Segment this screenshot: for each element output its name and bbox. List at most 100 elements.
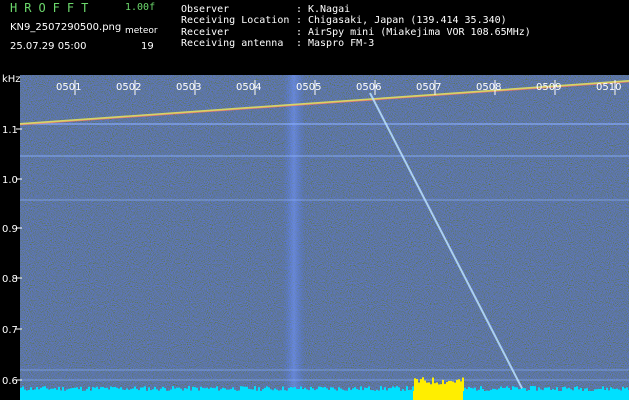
noise-bar	[398, 387, 400, 391]
baseline-strip	[20, 391, 629, 400]
time-tick-label: 0501	[56, 82, 81, 93]
y-unit-label: kHz	[2, 74, 21, 85]
noise-bar	[80, 386, 82, 391]
file-name: KN9_2507290500.png	[10, 22, 122, 33]
noise-bar	[106, 387, 108, 391]
burst-bar	[432, 377, 434, 391]
y-tick-label: 0.8	[2, 274, 18, 285]
noise-bar	[368, 386, 370, 391]
timestamp: 25.07.29 05:00	[10, 41, 87, 52]
noise-bar	[170, 389, 172, 391]
noise-bar	[500, 386, 502, 391]
y-tick-label: 0.7	[2, 325, 18, 336]
noise-bar	[302, 389, 304, 391]
noise-bar	[624, 388, 626, 391]
noise-bar	[178, 387, 180, 391]
noise-bar	[350, 390, 352, 391]
noise-bar	[390, 388, 392, 391]
noise-bar	[118, 388, 120, 391]
noise-bar	[388, 388, 390, 391]
noise-bar	[70, 388, 72, 391]
noise-bar	[28, 389, 30, 391]
noise-bar	[598, 388, 600, 391]
noise-bar	[506, 386, 508, 391]
noise-bar	[372, 390, 374, 391]
noise-bar	[580, 387, 582, 391]
noise-bar	[220, 389, 222, 391]
noise-bar	[622, 386, 624, 391]
noise-bar	[182, 390, 184, 391]
noise-bar	[402, 389, 404, 391]
burst-bar	[438, 384, 440, 391]
noise-bar	[334, 389, 336, 391]
burst-bar	[420, 379, 422, 391]
noise-bar	[552, 388, 554, 391]
y-tick-label: 1.1	[2, 125, 18, 136]
noise-bar	[112, 387, 114, 391]
noise-bar	[54, 388, 56, 391]
time-tick-label: 0506	[356, 82, 381, 93]
noise-bar	[222, 387, 224, 391]
noise-bar	[98, 389, 100, 391]
noise-bar	[284, 390, 286, 391]
noise-bar	[88, 386, 90, 391]
noise-bar	[292, 387, 294, 391]
noise-bar	[606, 387, 608, 391]
app-title: HROFFT	[10, 1, 96, 15]
noise-bar	[242, 386, 244, 391]
noise-bar	[524, 388, 526, 391]
burst-bar	[436, 382, 438, 391]
noise-bar	[136, 388, 138, 391]
noise-bar	[172, 386, 174, 391]
noise-bar	[612, 388, 614, 391]
noise-bar	[162, 386, 164, 391]
noise-bar	[478, 389, 480, 391]
noise-bar	[568, 387, 570, 391]
noise-bar	[148, 387, 150, 391]
info-value-location: Chigasaki, Japan (139.414 35.340)	[308, 15, 507, 26]
noise-bar	[562, 387, 564, 391]
burst-bar	[452, 381, 454, 391]
burst-bar	[434, 383, 436, 391]
burst-bar	[418, 382, 420, 391]
noise-bar	[108, 389, 110, 391]
burst-bar	[428, 382, 430, 391]
time-tick-label: 0503	[176, 82, 201, 93]
noise-bar	[156, 389, 158, 391]
noise-bar	[326, 388, 328, 391]
noise-bar	[504, 387, 506, 391]
info-key-antenna: Receiving antenna	[181, 38, 284, 49]
time-tick-label: 0504	[236, 82, 261, 93]
noise-bar	[394, 387, 396, 391]
burst-block	[413, 391, 463, 400]
burst-bar	[416, 379, 418, 391]
noise-bar	[86, 388, 88, 391]
burst-bar	[456, 379, 458, 391]
noise-bar	[194, 387, 196, 391]
noise-bar	[176, 387, 178, 391]
info-key-location: Receiving Location	[181, 15, 290, 26]
noise-bar	[386, 390, 388, 391]
noise-bar	[232, 387, 234, 391]
noise-bar	[304, 387, 306, 391]
noise-bar	[36, 386, 38, 391]
noise-bar	[212, 388, 214, 391]
noise-bar	[244, 386, 246, 391]
noise-bar	[498, 388, 500, 391]
burst-bar	[414, 378, 416, 391]
noise-bar	[138, 390, 140, 391]
noise-bar	[288, 388, 290, 391]
noise-bar	[160, 388, 162, 391]
noise-bar	[516, 387, 518, 391]
noise-bar	[382, 389, 384, 391]
noise-bar	[96, 386, 98, 391]
noise-bar	[72, 388, 74, 391]
noise-bar	[74, 387, 76, 391]
noise-bar	[600, 388, 602, 391]
burst-bar	[446, 382, 448, 391]
noise-bar	[224, 388, 226, 391]
noise-bar	[468, 386, 470, 391]
noise-bar	[578, 389, 580, 391]
noise-bar	[40, 387, 42, 391]
time-tick-label: 0507	[416, 82, 441, 93]
